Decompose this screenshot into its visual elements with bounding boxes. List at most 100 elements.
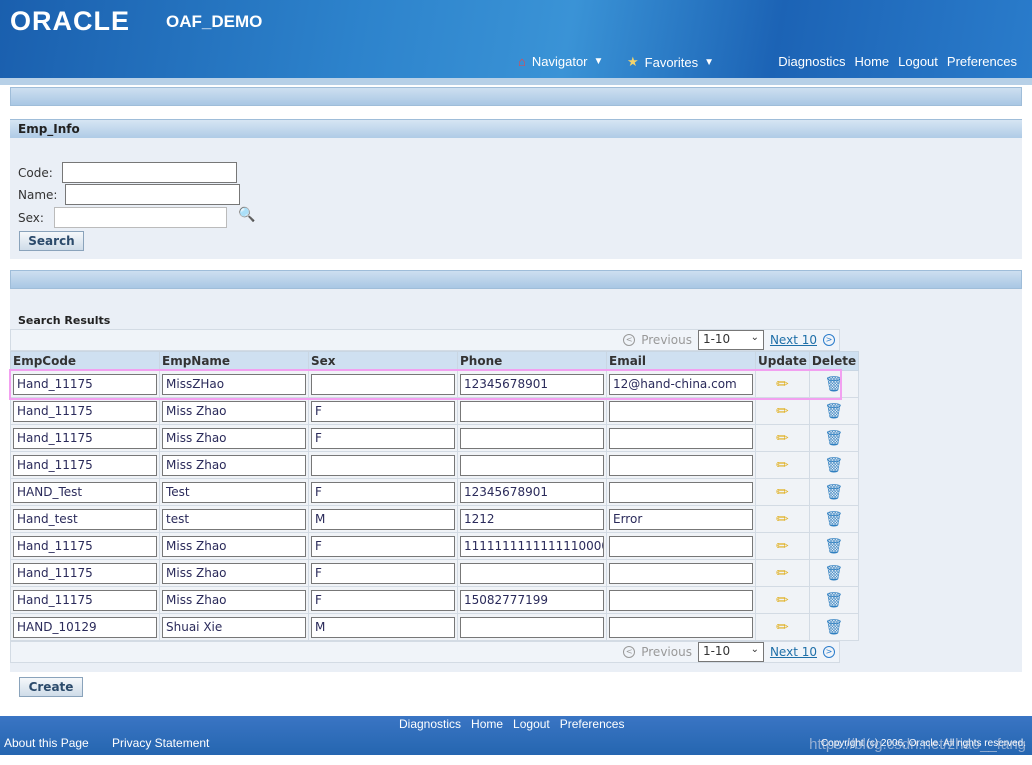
update-pencil-icon[interactable]: ✏: [776, 591, 789, 609]
update-pencil-icon[interactable]: ✏: [776, 483, 789, 501]
phone-input[interactable]: [460, 562, 604, 584]
preferences-link[interactable]: Preferences: [947, 54, 1017, 69]
cell-sex: F: [308, 559, 458, 587]
empcode-input[interactable]: Hand_11175: [13, 535, 157, 557]
phone-input[interactable]: 15082777199: [460, 589, 604, 611]
code-input[interactable]: [62, 162, 237, 183]
empname-input[interactable]: Miss Zhao: [162, 562, 306, 584]
footer-logout-link[interactable]: Logout: [513, 717, 550, 731]
navigator-menu[interactable]: ⌂ Navigator ▼: [518, 54, 603, 69]
sex-input[interactable]: F: [311, 481, 455, 503]
footer-home-link[interactable]: Home: [471, 717, 503, 731]
empname-input[interactable]: test: [162, 508, 306, 530]
phone-input[interactable]: [460, 427, 604, 449]
range-select[interactable]: 1-10 ⌄: [697, 642, 764, 662]
empcode-input[interactable]: Hand_11175: [13, 589, 157, 611]
empcode-input[interactable]: Hand_11175: [13, 454, 157, 476]
next-link[interactable]: Next 10: [770, 645, 817, 659]
privacy-link[interactable]: Privacy Statement: [112, 736, 209, 750]
next-icon[interactable]: >: [823, 334, 835, 346]
email-input[interactable]: [609, 535, 753, 557]
email-input[interactable]: [609, 562, 753, 584]
about-page-link[interactable]: About this Page: [4, 736, 89, 750]
empname-input[interactable]: Shuai Xie: [162, 616, 306, 638]
sex-input[interactable]: F: [311, 400, 455, 422]
cell-empcode: Hand_test: [10, 505, 160, 533]
delete-trash-icon[interactable]: 🗑: [825, 510, 844, 528]
sex-input[interactable]: F: [311, 427, 455, 449]
delete-trash-icon[interactable]: 🗑: [825, 402, 844, 420]
next-icon[interactable]: >: [823, 646, 835, 658]
phone-input[interactable]: [460, 400, 604, 422]
phone-input[interactable]: [460, 454, 604, 476]
cell-sex: M: [308, 613, 458, 641]
empname-input[interactable]: Miss Zhao: [162, 427, 306, 449]
sex-input[interactable]: F: [311, 589, 455, 611]
sex-input[interactable]: M: [311, 508, 455, 530]
footer-diagnostics-link[interactable]: Diagnostics: [399, 717, 461, 731]
delete-trash-icon[interactable]: 🗑: [825, 429, 844, 447]
range-select[interactable]: 1-10 ⌄: [697, 330, 764, 350]
home-link[interactable]: Home: [854, 54, 889, 69]
email-input[interactable]: [609, 400, 753, 422]
empname-input[interactable]: Miss Zhao: [162, 535, 306, 557]
email-input[interactable]: Error: [609, 508, 753, 530]
pagination-top: < Previous 1-10 ⌄ Next 10 >: [10, 329, 840, 351]
delete-trash-icon[interactable]: 🗑: [825, 537, 844, 555]
sex-input[interactable]: [311, 454, 455, 476]
page-bar: [10, 87, 1022, 106]
email-input[interactable]: [609, 454, 753, 476]
footer: Diagnostics Home Logout Preferences Abou…: [0, 716, 1032, 755]
footer-preferences-link[interactable]: Preferences: [560, 717, 625, 731]
update-pencil-icon[interactable]: ✏: [776, 564, 789, 582]
search-button[interactable]: Search: [19, 231, 84, 251]
delete-trash-icon[interactable]: 🗑: [825, 564, 844, 582]
email-input[interactable]: [609, 589, 753, 611]
sex-lov-input[interactable]: [54, 207, 227, 228]
email-input[interactable]: [609, 481, 753, 503]
update-pencil-icon[interactable]: ✏: [776, 618, 789, 636]
empname-input[interactable]: Miss Zhao: [162, 400, 306, 422]
empname-input[interactable]: Miss Zhao: [162, 454, 306, 476]
delete-trash-icon[interactable]: 🗑: [825, 483, 844, 501]
update-pencil-icon[interactable]: ✏: [776, 402, 789, 420]
phone-input[interactable]: 1212: [460, 508, 604, 530]
empcode-input[interactable]: Hand_11175: [13, 427, 157, 449]
empcode-input[interactable]: HAND_10129: [13, 616, 157, 638]
sex-input[interactable]: F: [311, 535, 455, 557]
delete-trash-icon[interactable]: 🗑: [825, 618, 844, 636]
logout-link[interactable]: Logout: [898, 54, 938, 69]
email-input[interactable]: [609, 616, 753, 638]
search-lov-icon[interactable]: 🔍: [238, 207, 255, 223]
email-input[interactable]: [609, 427, 753, 449]
phone-input[interactable]: [460, 616, 604, 638]
cell-empcode: Hand_11175: [10, 451, 160, 479]
cell-phone: [457, 559, 607, 587]
oracle-logo: ORACLE: [10, 6, 130, 36]
create-button[interactable]: Create: [19, 677, 83, 697]
empcode-input[interactable]: Hand_11175: [13, 562, 157, 584]
empcode-input[interactable]: Hand_test: [13, 508, 157, 530]
update-pencil-icon[interactable]: ✏: [776, 429, 789, 447]
empname-input[interactable]: Test: [162, 481, 306, 503]
update-pencil-icon[interactable]: ✏: [776, 537, 789, 555]
delete-trash-icon[interactable]: 🗑: [825, 456, 844, 474]
next-link[interactable]: Next 10: [770, 333, 817, 347]
sex-input[interactable]: M: [311, 616, 455, 638]
cell-sex: F: [308, 586, 458, 614]
results-bar: [10, 270, 1022, 289]
phone-input[interactable]: 11111111111111100000: [460, 535, 604, 557]
favorites-menu[interactable]: ★ Favorites ▼: [627, 54, 714, 70]
empcode-input[interactable]: HAND_Test: [13, 481, 157, 503]
delete-trash-icon[interactable]: 🗑: [825, 591, 844, 609]
sex-input[interactable]: F: [311, 562, 455, 584]
name-input[interactable]: [65, 184, 240, 205]
column-header-empcode: EmpCode: [10, 351, 160, 371]
update-pencil-icon[interactable]: ✏: [776, 510, 789, 528]
empcode-input[interactable]: Hand_11175: [13, 400, 157, 422]
table-row: Hand_11175 Miss Zhao F 11111111111111100000…: [10, 532, 860, 560]
update-pencil-icon[interactable]: ✏: [776, 456, 789, 474]
diagnostics-link[interactable]: Diagnostics: [778, 54, 845, 69]
phone-input[interactable]: 12345678901: [460, 481, 604, 503]
empname-input[interactable]: Miss Zhao: [162, 589, 306, 611]
